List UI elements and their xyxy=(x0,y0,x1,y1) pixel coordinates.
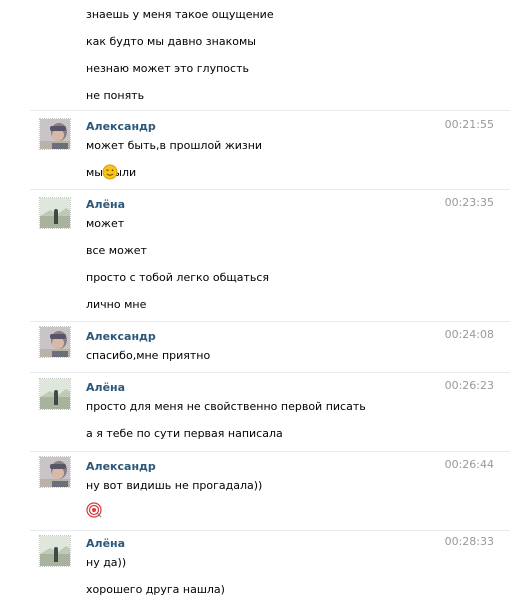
message-text: просто с тобой легко общаться xyxy=(86,271,270,284)
message-text: может быть,в прошлой жизни xyxy=(86,139,263,152)
alena-photo-icon xyxy=(40,379,70,409)
alexander-photo-icon xyxy=(40,327,70,357)
message-time[interactable]: 00:28:33 xyxy=(445,535,494,548)
message-separator xyxy=(30,451,510,452)
chat-history: знаешь у меня такое ощущение как будто м… xyxy=(0,0,528,606)
message-separator xyxy=(30,530,510,531)
message-text: незнаю может это глупость xyxy=(86,62,249,75)
message-text: все может xyxy=(86,244,147,257)
author-name[interactable]: Алёна xyxy=(86,537,125,550)
message-time[interactable]: 00:26:23 xyxy=(445,379,494,392)
author-name[interactable]: Алёна xyxy=(86,381,125,394)
avatar-alexander[interactable] xyxy=(39,326,71,358)
message-separator xyxy=(30,189,510,190)
message-text: а я тебе по сути первая написала xyxy=(86,427,283,440)
message-text: как будто мы давно знакомы xyxy=(86,35,256,48)
message-time[interactable]: 00:23:35 xyxy=(445,196,494,209)
message-text: ну вот видишь не прогадала)) xyxy=(86,479,263,492)
message-text: ну да)) xyxy=(86,556,127,569)
message-text: не понять xyxy=(86,89,145,102)
message-separator xyxy=(30,372,510,373)
message-separator xyxy=(30,110,510,111)
author-name[interactable]: Александр xyxy=(86,330,156,343)
message-text: просто для меня не свойственно первой пи… xyxy=(86,400,366,413)
author-name[interactable]: Александр xyxy=(86,460,156,473)
target-emoji-icon xyxy=(86,502,102,521)
alena-photo-icon xyxy=(40,536,70,566)
wink-emoji-icon xyxy=(102,164,118,183)
alexander-photo-icon xyxy=(40,457,70,487)
message-time[interactable]: 00:26:44 xyxy=(445,458,494,471)
alexander-photo-icon xyxy=(40,119,70,149)
message-text: лично мне xyxy=(86,298,147,311)
avatar-alexander[interactable] xyxy=(39,456,71,488)
avatar-alena[interactable] xyxy=(39,378,71,410)
message-separator xyxy=(30,321,510,322)
message-text: может xyxy=(86,217,125,230)
author-name[interactable]: Александр xyxy=(86,120,156,133)
avatar-alena[interactable] xyxy=(39,197,71,229)
avatar-alena[interactable] xyxy=(39,535,71,567)
avatar-alexander[interactable] xyxy=(39,118,71,150)
author-name[interactable]: Алёна xyxy=(86,198,125,211)
message-text: знаешь у меня такое ощущение xyxy=(86,8,274,21)
message-time[interactable]: 00:21:55 xyxy=(445,118,494,131)
message-text: хорошего друга нашла) xyxy=(86,583,225,596)
message-time[interactable]: 00:24:08 xyxy=(445,328,494,341)
message-text: спасибо,мне приятно xyxy=(86,349,211,362)
alena-photo-icon xyxy=(40,198,70,228)
